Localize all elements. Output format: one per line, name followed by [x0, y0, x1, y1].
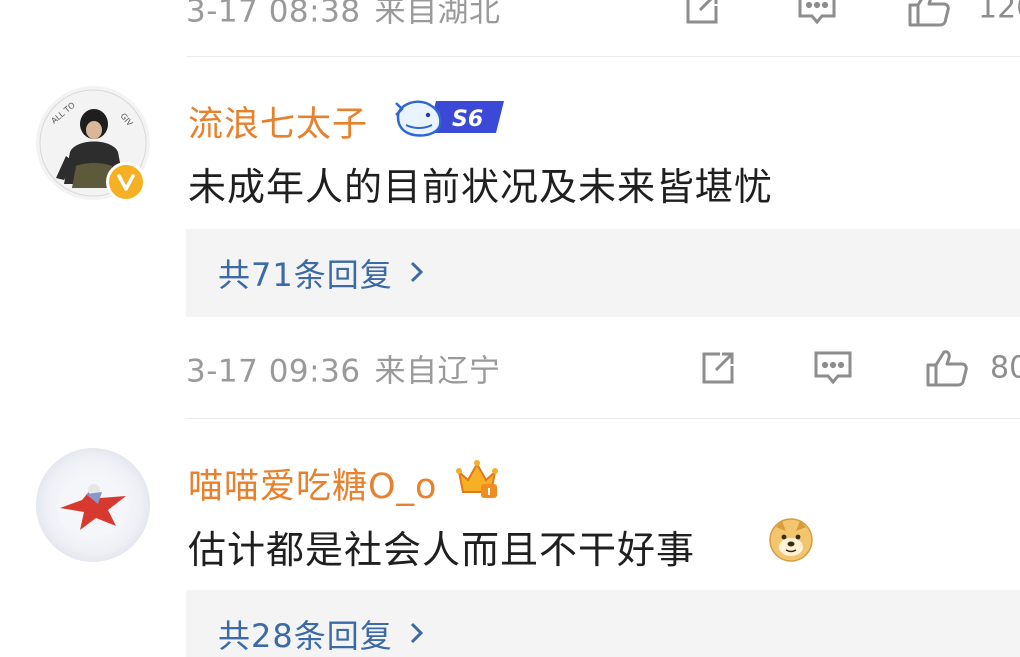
replies-label: 共71条回复 [218, 256, 393, 294]
comment-icon [814, 351, 852, 385]
replies-box[interactable]: 共71条回复 [186, 229, 1020, 317]
comment-username[interactable]: 流浪七太子 [188, 96, 368, 147]
comment-time: 3-17 08:38 [186, 0, 361, 30]
comment-text: 估计都是社会人而且不干好事 [188, 528, 696, 572]
chevron-right-icon [409, 615, 425, 653]
divider [186, 56, 1020, 57]
replies-box[interactable]: 共28条回复 [186, 590, 1020, 657]
comment-meta-text: 3-17 08:38 来自湖北 [186, 0, 501, 31]
comment-location: 来自辽宁 [374, 353, 501, 390]
crown-badge-icon [455, 458, 499, 504]
like-count: 126 [978, 0, 1020, 26]
replies-label: 共28条回复 [218, 617, 393, 655]
avatar[interactable] [36, 448, 150, 562]
comment-feed: 3-17 08:38 来自湖北 126 [0, 0, 1020, 657]
view-replies-link[interactable]: 共71条回复 [218, 250, 425, 296]
reply-button[interactable] [796, 0, 838, 28]
comment-icon [798, 0, 836, 25]
comment-location: 来自湖北 [374, 0, 501, 30]
whale-badge-icon: S6 [392, 95, 508, 143]
comment-username[interactable]: 喵喵爱吃糖O_o [188, 458, 437, 509]
thumbs-up-icon [908, 0, 950, 27]
like-button[interactable] [924, 348, 970, 388]
share-button[interactable] [698, 348, 738, 388]
comment-meta-row: 3-17 08:38 来自湖北 126 [186, 0, 1020, 38]
share-icon [702, 352, 734, 384]
like-button[interactable] [906, 0, 952, 28]
view-replies-link[interactable]: 共28条回复 [218, 611, 425, 657]
divider [186, 418, 1020, 419]
doge-emoji-icon [768, 517, 814, 567]
like-count: 80 [990, 350, 1020, 386]
share-button[interactable] [682, 0, 722, 28]
comment-text: 未成年人的目前状况及未来皆堪忧 [188, 165, 774, 209]
comment-meta-text: 3-17 09:36 来自辽宁 [186, 346, 501, 391]
badge-label: S6 [452, 107, 483, 132]
chevron-right-icon [409, 254, 425, 292]
comment-meta-row: 3-17 09:36 来自辽宁 80 [186, 338, 1020, 398]
verified-v-icon [106, 162, 146, 202]
thumbs-up-icon [926, 350, 968, 387]
share-icon [686, 0, 718, 24]
reply-button[interactable] [812, 348, 854, 388]
comment-time: 3-17 09:36 [186, 353, 361, 390]
